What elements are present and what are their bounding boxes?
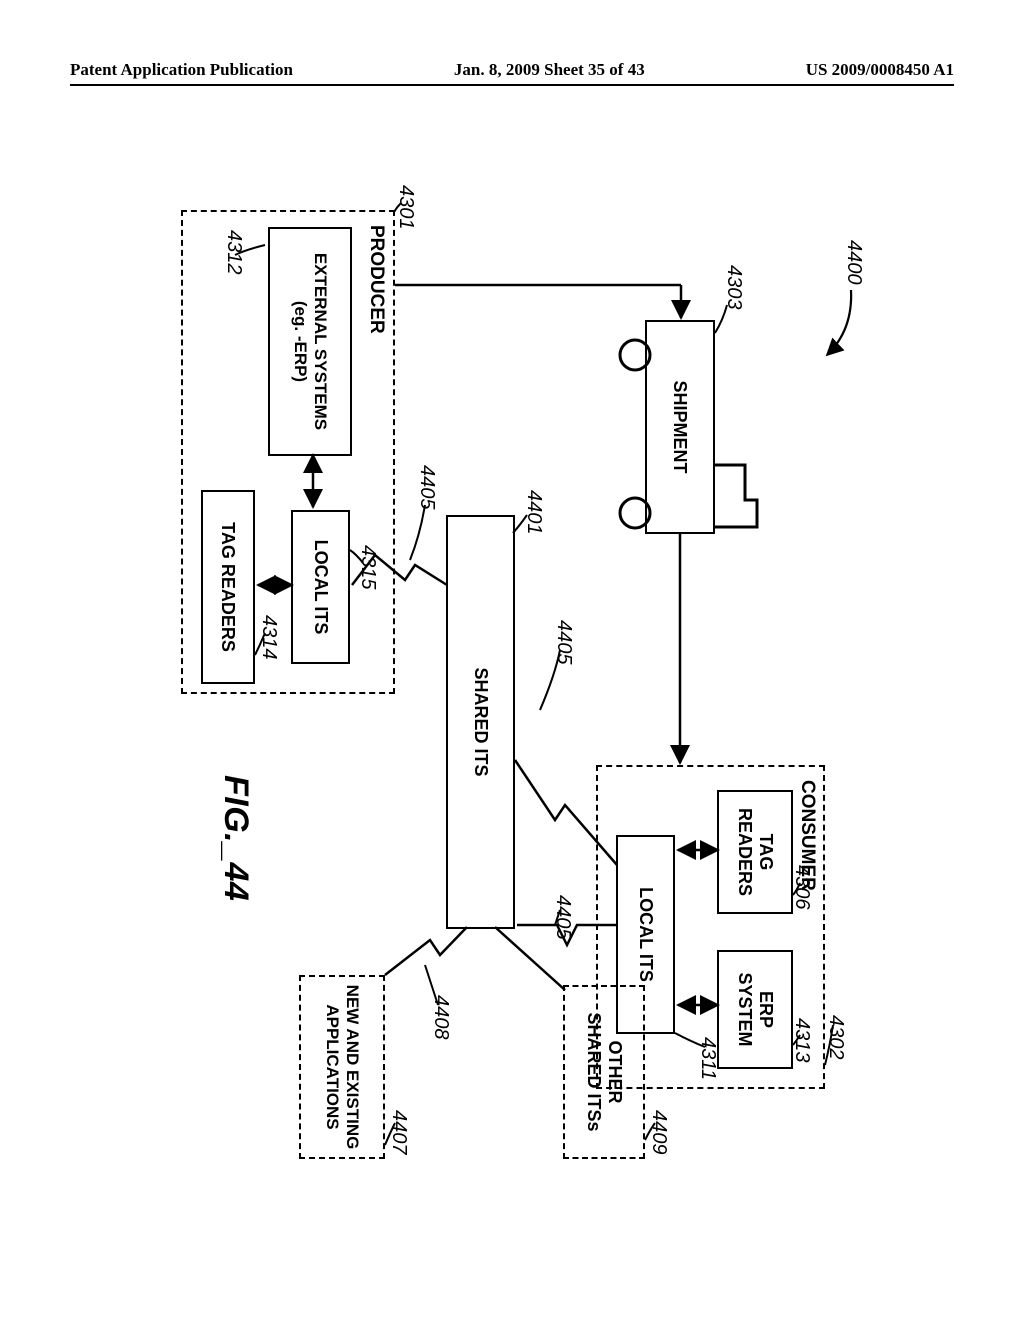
ref-4312: 4312 (222, 230, 245, 275)
other-shared-label: OTHER SHARED ITSs (583, 1012, 625, 1131)
ref-4405-b: 4405 (552, 620, 575, 665)
tag-readers-consumer-box: TAG READERS (717, 790, 793, 914)
diagram-rotated-container: 4400 CONSUMER 4302 TAG READERS 4306 ERP … (135, 155, 885, 1170)
producer-label: PRODUCER (365, 225, 387, 334)
ref-4400: 4400 (842, 240, 865, 285)
ref-4313: 4313 (790, 1018, 813, 1063)
ref-4405-c: 4405 (415, 465, 438, 510)
ref-4311: 4311 (696, 1037, 719, 1080)
erp-system-box: ERP SYSTEM (717, 950, 793, 1069)
ref-4315: 4315 (356, 545, 379, 590)
ref-4401: 4401 (522, 490, 545, 535)
header-right: US 2009/0008450 A1 (806, 60, 954, 80)
ref-4314: 4314 (257, 615, 280, 660)
shipment-label: SHIPMENT (670, 380, 691, 473)
ref-4301: 4301 (394, 185, 417, 230)
ref-4407: 4407 (387, 1110, 410, 1155)
header-rule (70, 84, 954, 86)
local-its-producer-box: LOCAL ITS (291, 510, 350, 664)
header-left: Patent Application Publication (70, 60, 293, 80)
ref-4405-a: 4405 (551, 895, 574, 940)
shipment-box: SHIPMENT (645, 320, 715, 534)
other-shared-its-box: OTHER SHARED ITSs (563, 985, 645, 1159)
ref-4306: 4306 (790, 865, 813, 910)
figure-caption: FIG._44 (216, 775, 255, 901)
external-systems-box: EXTERNAL SYSTEMS (eg. -ERP) (268, 227, 352, 456)
new-existing-apps-label: NEW AND EXISTING APPLICATIONS (322, 985, 362, 1150)
header-center: Jan. 8, 2009 Sheet 35 of 43 (454, 60, 645, 80)
shared-its-box: SHARED ITS (446, 515, 515, 929)
tag-readers-producer-box: TAG READERS (201, 490, 255, 684)
ref-4409: 4409 (647, 1110, 670, 1155)
ref-4408: 4408 (429, 995, 452, 1040)
diagram-area: 4400 CONSUMER 4302 TAG READERS 4306 ERP … (135, 155, 885, 1170)
ref-4303: 4303 (722, 265, 745, 310)
new-existing-apps-box: NEW AND EXISTING APPLICATIONS (299, 975, 385, 1159)
patent-header: Patent Application Publication Jan. 8, 2… (0, 60, 1024, 80)
ref-4302: 4302 (824, 1015, 847, 1060)
